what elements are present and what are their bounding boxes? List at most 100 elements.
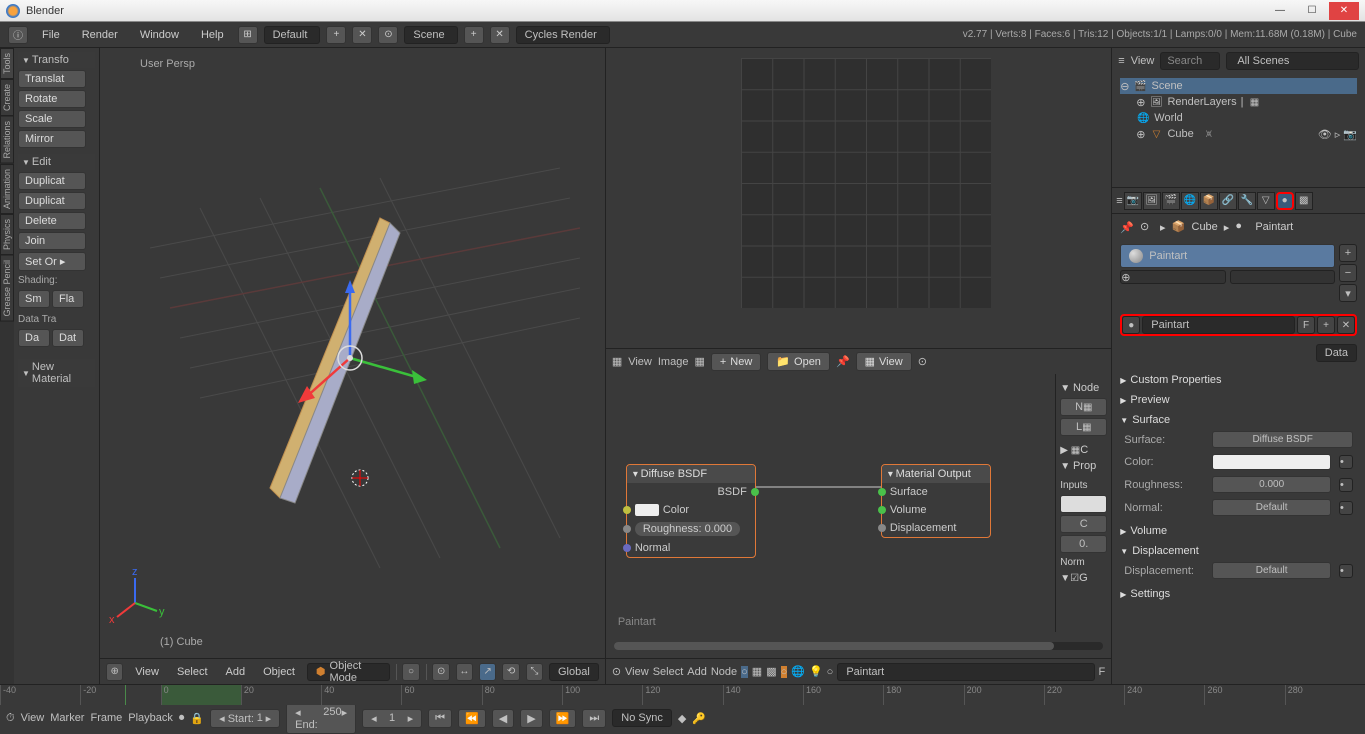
toolshelf-tab-grease[interactable]: Grease Pencil: [0, 255, 14, 322]
pin-icon[interactable]: 📌: [1120, 221, 1134, 234]
keyframe-type-icon[interactable]: ◆: [678, 712, 686, 725]
settings-header[interactable]: ▶Settings: [1120, 586, 1357, 602]
scene-remove-icon[interactable]: ✕: [490, 26, 510, 44]
editor-type-icon[interactable]: ⓘ: [8, 26, 28, 44]
tab-data[interactable]: ▽: [1257, 192, 1275, 210]
edit-panel-header[interactable]: ▼Edit: [18, 154, 95, 170]
shader-nodes-icon[interactable]: ○: [741, 666, 748, 678]
smooth-shading-button[interactable]: Sm: [18, 290, 50, 308]
color-field[interactable]: [1212, 454, 1331, 470]
menu-help[interactable]: Help: [193, 29, 232, 41]
screen-layout-icon[interactable]: ⊞: [238, 26, 258, 44]
join-button[interactable]: Join: [18, 232, 86, 250]
play-reverse-button[interactable]: ◀: [492, 709, 514, 728]
uv-image-editor[interactable]: [606, 48, 1111, 348]
timeline-menu-playback[interactable]: Playback: [128, 712, 173, 724]
object-material-icon[interactable]: ○: [781, 666, 788, 678]
node-menu-add[interactable]: Add: [687, 666, 707, 678]
timeline-menu-marker[interactable]: Marker: [50, 712, 84, 724]
world-material-icon[interactable]: 🌐: [791, 665, 805, 678]
viewport-menu-add[interactable]: Add: [220, 666, 252, 678]
unlink-material-button[interactable]: ✕: [1337, 316, 1355, 334]
uv-menu-view[interactable]: View: [628, 356, 652, 368]
toolshelf-tab-tools[interactable]: Tools: [0, 48, 14, 79]
editor-type-timeline-icon[interactable]: ⏱: [6, 712, 15, 725]
f-fake-user[interactable]: F: [1099, 666, 1106, 678]
fake-user-button[interactable]: F: [1297, 316, 1315, 334]
volume-input[interactable]: Volume: [882, 501, 990, 519]
menu-file[interactable]: File: [34, 29, 68, 41]
editor-type-props-icon[interactable]: ≡: [1116, 195, 1122, 207]
displacement-header[interactable]: ▼Displacement: [1120, 543, 1357, 559]
outliner-search[interactable]: Search: [1160, 52, 1220, 70]
end-frame-field[interactable]: ◂ End:250▸: [286, 703, 356, 734]
timeline-cursor[interactable]: [125, 685, 126, 705]
scene-add-icon[interactable]: +: [464, 26, 484, 44]
data-layout-button[interactable]: Dat: [52, 329, 84, 347]
layout-add-icon[interactable]: +: [326, 26, 346, 44]
add-material-slot[interactable]: +: [1339, 244, 1357, 262]
mirror-button[interactable]: Mirror: [18, 130, 86, 148]
surface-header[interactable]: ▼Surface: [1120, 412, 1357, 428]
data-button[interactable]: Da: [18, 329, 50, 347]
new-image-button[interactable]: + New: [711, 353, 761, 371]
material-specials-menu[interactable]: ▾: [1339, 284, 1357, 302]
value-field[interactable]: 0.: [1060, 535, 1107, 553]
node-menu-node[interactable]: Node: [711, 666, 737, 678]
layout-dropdown[interactable]: Default: [264, 26, 321, 44]
timeline-ruler[interactable]: -40 -20 0 20 40 60 80 100 120 140 160 18…: [0, 685, 1365, 705]
open-image-button[interactable]: 📁 Open: [767, 352, 830, 371]
timeline-menu-view[interactable]: View: [21, 712, 45, 724]
outliner-cube-row[interactable]: ⊕▽Cube⩙👁 ▹ 📷: [1120, 126, 1357, 142]
tab-render[interactable]: 📷: [1124, 192, 1142, 210]
play-button[interactable]: ▶: [520, 709, 542, 728]
editor-type-outliner-icon[interactable]: ≡: [1118, 55, 1124, 67]
toolshelf-tab-relations[interactable]: Relations: [0, 116, 14, 164]
tab-material[interactable]: ●: [1276, 192, 1294, 210]
new-material-panel[interactable]: ▼New Material: [18, 359, 95, 387]
link-dropdown[interactable]: Data: [1316, 344, 1357, 362]
manipulator-icon[interactable]: ↔: [456, 663, 473, 681]
node-scrollbar[interactable]: [614, 642, 1103, 650]
tab-constraints[interactable]: 🔗: [1219, 192, 1237, 210]
translate-button[interactable]: Translat: [18, 70, 86, 88]
menu-window[interactable]: Window: [132, 29, 187, 41]
jump-prev-button[interactable]: ⏪: [458, 709, 486, 728]
normal-dropdown[interactable]: Default: [1212, 499, 1331, 516]
outliner-scene-row[interactable]: ⊖🎬Scene: [1120, 78, 1357, 94]
surface-input[interactable]: Surface: [882, 483, 990, 501]
keying-set-icon[interactable]: 🔑: [692, 712, 706, 725]
node-editor[interactable]: ▾ Diffuse BSDF BSDF Color Roughness: 0.0…: [606, 374, 1111, 658]
image-browse-icon[interactable]: ▦: [694, 355, 704, 368]
remove-material-slot[interactable]: −: [1339, 264, 1357, 282]
displacement-input[interactable]: Displacement: [882, 519, 990, 537]
set-origin-button[interactable]: Set Or ▸: [18, 252, 86, 271]
sync-dropdown[interactable]: No Sync: [612, 709, 672, 727]
uv-channel-icon[interactable]: ⊙: [918, 355, 927, 368]
diffuse-bsdf-node[interactable]: ▾ Diffuse BSDF BSDF Color Roughness: 0.0…: [626, 464, 756, 558]
scale-button[interactable]: Scale: [18, 110, 86, 128]
tab-world[interactable]: 🌐: [1181, 192, 1199, 210]
node-menu-select[interactable]: Select: [653, 666, 684, 678]
maximize-button[interactable]: ☐: [1297, 2, 1327, 20]
material-output-node[interactable]: ▾ Material Output Surface Volume Displac…: [881, 464, 991, 538]
color-input[interactable]: Color: [627, 501, 755, 519]
viewport-menu-select[interactable]: Select: [171, 666, 214, 678]
new-material-button[interactable]: +: [1317, 316, 1335, 334]
transform-panel-header[interactable]: ▼Transfo: [18, 52, 95, 68]
toolshelf-tab-physics[interactable]: Physics: [0, 214, 14, 255]
3d-viewport[interactable]: User Persp: [100, 48, 605, 658]
rotate-button[interactable]: Rotate: [18, 90, 86, 108]
compositor-nodes-icon[interactable]: ▦: [752, 665, 762, 678]
n-button[interactable]: N ▦: [1060, 398, 1107, 416]
current-frame-field[interactable]: ◂1▸: [362, 709, 422, 728]
material-slot[interactable]: Paintart: [1120, 244, 1335, 268]
timeline-menu-frame[interactable]: Frame: [90, 712, 122, 724]
scene-icon[interactable]: ⊙: [378, 26, 398, 44]
volume-header[interactable]: ▶Volume: [1120, 523, 1357, 539]
surface-shader-dropdown[interactable]: Diffuse BSDF: [1212, 431, 1353, 448]
minimize-button[interactable]: —: [1265, 2, 1295, 20]
manipulator-rotate-icon[interactable]: ⟲: [502, 663, 519, 681]
toolshelf-tab-create[interactable]: Create: [0, 79, 14, 116]
render-engine-dropdown[interactable]: Cycles Render: [516, 26, 610, 44]
